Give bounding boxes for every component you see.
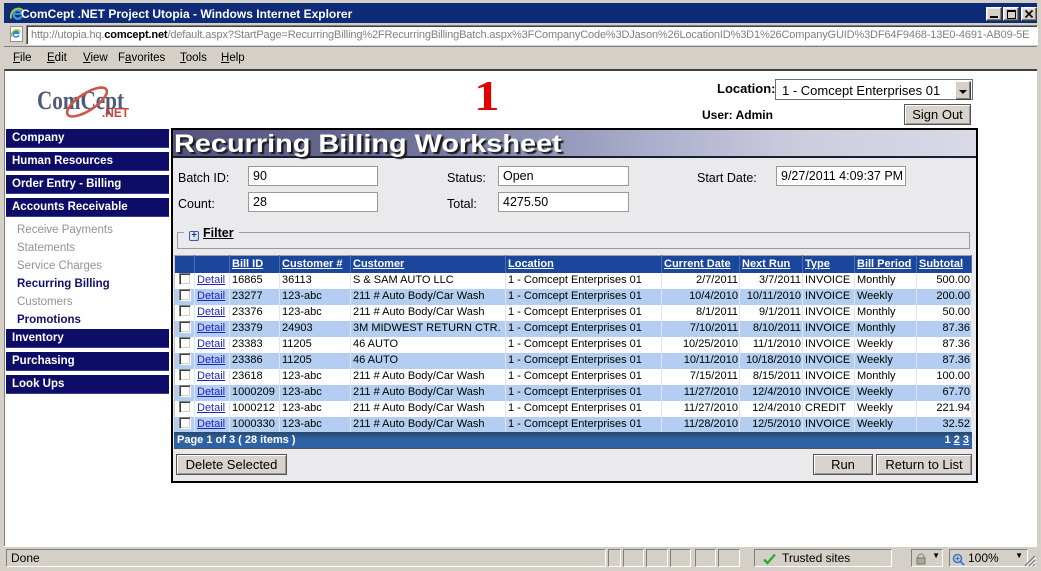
svg-text:.NET: .NET bbox=[102, 105, 129, 120]
